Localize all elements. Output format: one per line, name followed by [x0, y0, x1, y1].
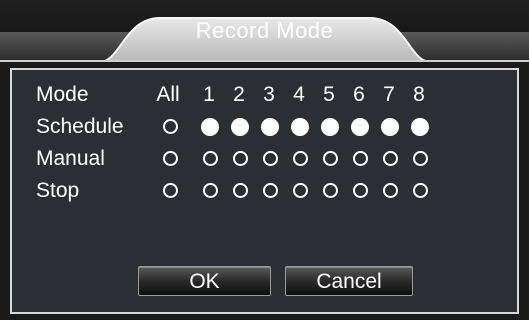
- manual-radio-3[interactable]: [262, 151, 278, 166]
- manual-radio-all[interactable]: [162, 151, 178, 166]
- stop-row: Stop: [36, 176, 466, 206]
- record-mode-dialog: Record Mode Mode All 1 2 3 4 5 6 7 8 Sch…: [0, 0, 529, 320]
- stop-radio-3[interactable]: [262, 183, 278, 198]
- manual-radio-8[interactable]: [412, 151, 428, 166]
- manual-radio-4[interactable]: [292, 151, 308, 166]
- manual-label: Manual: [36, 147, 105, 170]
- schedule-radio-1[interactable]: [201, 118, 219, 136]
- column-header-1: 1: [203, 83, 215, 106]
- schedule-radio-7[interactable]: [381, 118, 399, 136]
- schedule-radio-all[interactable]: [162, 119, 178, 134]
- manual-row: Manual: [36, 144, 466, 174]
- schedule-radio-8[interactable]: [411, 118, 429, 136]
- manual-radio-2[interactable]: [232, 151, 248, 166]
- schedule-radio-6[interactable]: [351, 118, 369, 136]
- schedule-row: Schedule: [36, 112, 466, 142]
- schedule-radio-5[interactable]: [321, 118, 339, 136]
- column-header-6: 6: [353, 83, 365, 106]
- dialog-title: Record Mode: [195, 18, 334, 43]
- schedule-radio-2[interactable]: [231, 118, 249, 136]
- column-header-2: 2: [233, 83, 245, 106]
- stop-radio-8[interactable]: [412, 183, 428, 198]
- stop-radio-5[interactable]: [322, 183, 338, 198]
- column-header-5: 5: [323, 83, 335, 106]
- stop-label: Stop: [36, 179, 80, 202]
- schedule-radio-4[interactable]: [291, 118, 309, 136]
- manual-radio-6[interactable]: [352, 151, 368, 166]
- column-header-4: 4: [293, 83, 305, 106]
- column-header-7: 7: [383, 83, 395, 106]
- manual-radio-1[interactable]: [202, 151, 218, 166]
- stop-radio-4[interactable]: [292, 183, 308, 198]
- ok-button[interactable]: OK: [138, 266, 271, 296]
- header-row: Mode All 1 2 3 4 5 6 7 8: [36, 80, 466, 110]
- cancel-button[interactable]: Cancel: [285, 266, 413, 296]
- stop-radio-6[interactable]: [352, 183, 368, 198]
- mode-header-label: Mode: [36, 83, 89, 106]
- stop-radio-1[interactable]: [202, 183, 218, 198]
- title-bar: Record Mode: [0, 0, 529, 62]
- stop-radio-7[interactable]: [382, 183, 398, 198]
- stop-radio-2[interactable]: [232, 183, 248, 198]
- column-header-8: 8: [413, 83, 425, 106]
- manual-radio-7[interactable]: [382, 151, 398, 166]
- column-header-3: 3: [263, 83, 275, 106]
- schedule-radio-3[interactable]: [261, 118, 279, 136]
- manual-radio-5[interactable]: [322, 151, 338, 166]
- stop-radio-all[interactable]: [162, 183, 178, 198]
- column-header-all: All: [156, 83, 180, 106]
- schedule-label: Schedule: [36, 115, 124, 138]
